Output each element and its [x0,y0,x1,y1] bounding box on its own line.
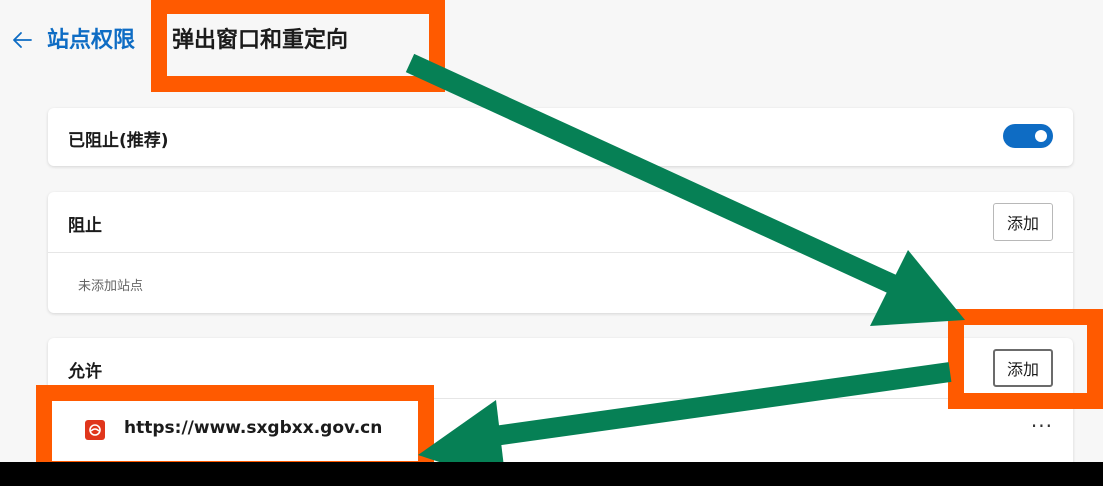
blocked-setting-label: 已阻止(推荐) [68,131,169,151]
block-section-card: 阻止 添加 未添加站点 [48,192,1073,313]
title-highlight-box [151,0,445,92]
blocked-setting-card: 已阻止(推荐) [48,108,1073,166]
block-empty-text: 未添加站点 [78,279,144,294]
site-favicon-icon [85,420,105,440]
allowed-site-row[interactable]: https://www.sxgbxx.gov.cn [52,401,418,459]
arrow-left-icon [13,32,32,48]
emblem-icon [89,424,101,436]
allowed-site-url: https://www.sxgbxx.gov.cn [124,418,383,438]
site-more-options-button[interactable]: ··· [1031,414,1053,438]
divider [48,252,1073,253]
toggle-knob [1035,130,1047,142]
block-add-button[interactable]: 添加 [993,203,1053,241]
back-button[interactable] [8,26,36,54]
breadcrumb-site-permissions[interactable]: 站点权限 [47,26,135,56]
block-section-title: 阻止 [68,216,102,236]
allow-section-title: 允许 [68,362,102,382]
add-button-highlight-box [948,309,1103,409]
blocked-toggle[interactable] [1003,124,1053,148]
bottom-black-band [0,462,1103,486]
